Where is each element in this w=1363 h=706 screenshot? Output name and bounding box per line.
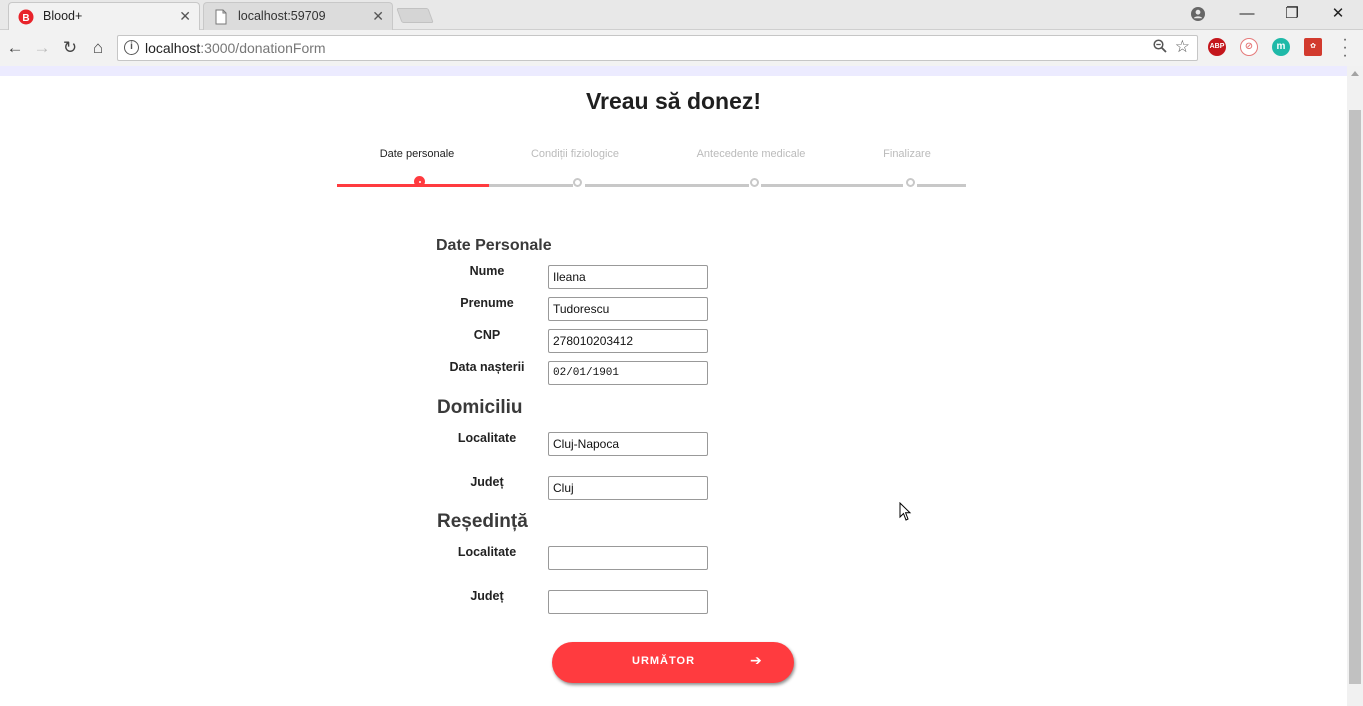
- arrow-right-icon: ➔: [750, 652, 763, 668]
- step-dot-active[interactable]: [414, 176, 425, 187]
- adblock-plus-icon[interactable]: ABP: [1208, 38, 1226, 56]
- next-button[interactable]: URMĂTOR ➔: [552, 642, 794, 683]
- step-track: [489, 184, 573, 187]
- image-extension-icon[interactable]: ✿: [1304, 38, 1322, 56]
- minimize-icon[interactable]: —: [1225, 0, 1269, 28]
- tab-blood-plus[interactable]: B Blood+ ✕: [8, 2, 200, 30]
- resedinta-judet-label: Județ: [470, 589, 504, 603]
- extension-icon[interactable]: ⊘: [1240, 38, 1258, 56]
- home-icon[interactable]: ⌂: [85, 35, 111, 61]
- page-title: Vreau să donez!: [585, 88, 762, 114]
- close-tab-icon[interactable]: ✕: [372, 3, 384, 29]
- cnp-label: CNP: [473, 328, 501, 342]
- step-track: [917, 184, 966, 187]
- bookmark-star-icon[interactable]: ☆: [1175, 37, 1190, 57]
- restore-icon[interactable]: ❐: [1270, 0, 1314, 28]
- next-button-label: URMĂTOR: [632, 655, 696, 667]
- step-dot[interactable]: [750, 178, 759, 187]
- step-track: [585, 184, 749, 187]
- section-heading-resedinta: Reședință: [437, 511, 528, 532]
- section-heading-date-personale: Date Personale: [436, 237, 552, 254]
- address-bar[interactable]: i localhost:3000/donationForm ☆: [117, 35, 1198, 61]
- cnp-input[interactable]: [548, 329, 708, 353]
- reload-icon[interactable]: ↻: [57, 35, 83, 61]
- blood-plus-logo-icon: B: [18, 9, 34, 25]
- domiciliu-localitate-label: Localitate: [457, 431, 517, 445]
- page-header-band: [0, 66, 1347, 76]
- resedinta-judet-input[interactable]: [548, 590, 708, 614]
- prenume-input[interactable]: [548, 297, 708, 321]
- profile-icon[interactable]: [1176, 0, 1220, 28]
- resedinta-localitate-input[interactable]: [548, 546, 708, 570]
- url-text[interactable]: localhost:3000/donationForm: [145, 36, 326, 60]
- browser-menu-icon[interactable]: · · ·: [1338, 32, 1352, 64]
- step-dot[interactable]: [573, 178, 582, 187]
- tab-title: localhost:59709: [238, 9, 326, 23]
- svg-text:B: B: [22, 13, 29, 24]
- birth-date-label: Data nașterii: [449, 360, 525, 374]
- step-label-antecedente-medicale[interactable]: Antecedente medicale: [671, 148, 831, 160]
- nume-label: Nume: [469, 264, 505, 278]
- browser-chrome: B Blood+ ✕ localhost:59709 ✕ — ❐ ✕ ← → ↻…: [0, 0, 1363, 66]
- browser-toolbar: ← → ↻ ⌂ i localhost:3000/donationForm ☆ …: [0, 31, 1363, 66]
- back-arrow-icon[interactable]: ←: [2, 35, 28, 61]
- step-track-active: [337, 184, 489, 187]
- zoom-icon[interactable]: [1153, 39, 1167, 56]
- forward-arrow-icon[interactable]: →: [29, 35, 55, 61]
- document-icon: [215, 9, 227, 25]
- birth-date-input[interactable]: [548, 361, 708, 385]
- tab-localhost[interactable]: localhost:59709 ✕: [203, 2, 393, 30]
- close-tab-icon[interactable]: ✕: [179, 3, 191, 29]
- info-icon[interactable]: i: [124, 40, 139, 55]
- step-dot[interactable]: [906, 178, 915, 187]
- prenume-label: Prenume: [460, 296, 514, 310]
- donation-form-page: Vreau să donez! Date personale Condiții …: [0, 76, 1347, 706]
- domiciliu-judet-input[interactable]: [548, 476, 708, 500]
- m-extension-icon[interactable]: m: [1272, 38, 1290, 56]
- vertical-scrollbar[interactable]: [1347, 66, 1363, 706]
- step-label-finalizare[interactable]: Finalizare: [827, 148, 987, 160]
- domiciliu-judet-label: Județ: [470, 475, 504, 489]
- tab-strip: B Blood+ ✕ localhost:59709 ✕ — ❐ ✕: [0, 0, 1363, 30]
- scrollbar-thumb[interactable]: [1349, 110, 1361, 684]
- domiciliu-localitate-input[interactable]: [548, 432, 708, 456]
- step-label-date-personale[interactable]: Date personale: [337, 148, 497, 160]
- mouse-cursor-icon: [899, 502, 912, 521]
- nume-input[interactable]: [548, 265, 708, 289]
- close-window-icon[interactable]: ✕: [1316, 0, 1360, 28]
- tab-title: Blood+: [43, 9, 83, 23]
- resedinta-localitate-label: Localitate: [457, 545, 517, 559]
- step-track: [761, 184, 903, 187]
- scroll-up-icon[interactable]: [1351, 71, 1359, 76]
- new-tab-button[interactable]: [396, 8, 434, 23]
- section-heading-domiciliu: Domiciliu: [437, 397, 523, 418]
- step-label-conditii-fiziologice[interactable]: Condiții fiziologice: [495, 148, 655, 160]
